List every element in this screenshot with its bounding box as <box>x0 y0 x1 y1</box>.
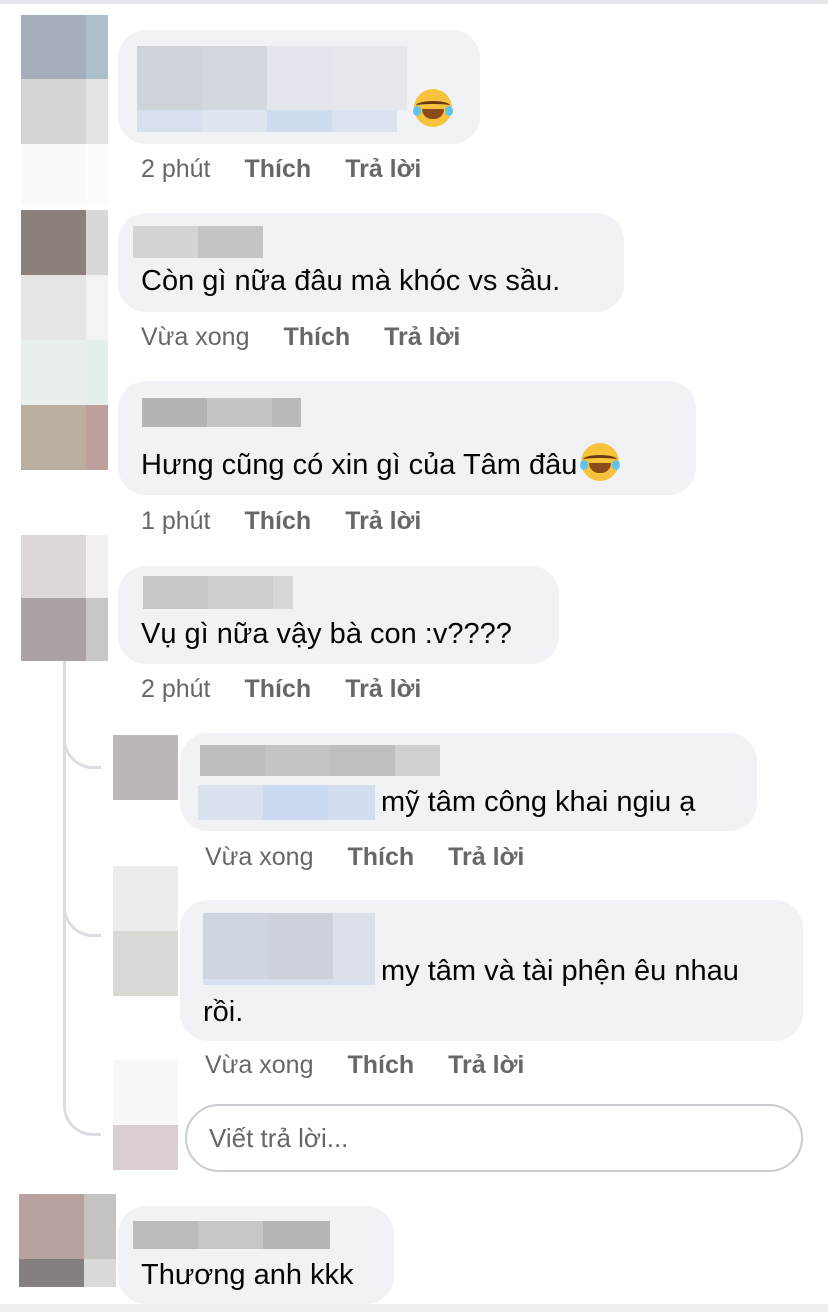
reply-actions: Vừa xong Thích Trả lời <box>205 842 558 872</box>
comment-time: 2 phút <box>141 155 211 183</box>
comment-actions: Vừa xong Thích Trả lời <box>141 322 494 352</box>
comment-text: Còn gì nữa đâu mà khóc vs sầu. <box>141 265 561 297</box>
redacted-author-name <box>137 46 407 132</box>
comment-text-content: Hưng cũng có xin gì của Tâm đâu <box>141 449 578 481</box>
reply-input-box[interactable] <box>185 1104 803 1172</box>
like-button[interactable]: Thích <box>245 506 312 536</box>
thread-connector <box>63 730 101 769</box>
avatar[interactable] <box>113 735 178 800</box>
avatar[interactable] <box>21 535 108 661</box>
avatar[interactable] <box>21 15 108 205</box>
comment-text: Thương anh kkk <box>141 1259 354 1291</box>
comment-text: Hưng cũng có xin gì của Tâm đâu <box>141 443 621 483</box>
thread-connector <box>63 890 101 937</box>
reply-button[interactable]: Trả lời <box>345 154 421 184</box>
reply-input[interactable] <box>187 1106 801 1170</box>
comment-actions: 2 phút Thích Trả lời <box>141 674 455 704</box>
avatar <box>113 1060 178 1170</box>
comment-actions: 2 phút Thích Trả lời <box>141 154 455 184</box>
bottom-divider <box>0 1304 828 1312</box>
like-button[interactable]: Thích <box>347 842 414 872</box>
like-button[interactable]: Thích <box>347 1050 414 1080</box>
like-button[interactable]: Thích <box>283 322 350 352</box>
avatar[interactable] <box>21 210 108 470</box>
reply-time: Vừa xong <box>205 843 314 871</box>
redacted-author-name <box>203 913 375 985</box>
top-divider <box>0 0 828 4</box>
redacted-author-name <box>200 745 440 776</box>
redacted-author-name <box>143 576 293 609</box>
redacted-author-name <box>133 1221 330 1249</box>
avatar[interactable] <box>113 866 178 996</box>
comment-text: Vụ gì nữa vậy bà con :v???? <box>141 618 512 650</box>
reply-text: mỹ tâm công khai ngiu ạ <box>381 786 696 818</box>
reply-button[interactable]: Trả lời <box>448 842 524 872</box>
like-button[interactable]: Thích <box>245 154 312 184</box>
comment-actions: 1 phút Thích Trả lời <box>141 506 455 536</box>
reply-text: rồi. <box>203 996 244 1028</box>
avatar[interactable] <box>19 1194 116 1287</box>
reply-actions: Vừa xong Thích Trả lời <box>205 1050 558 1080</box>
comment-time: 2 phút <box>141 675 211 703</box>
comment-time: 1 phút <box>141 507 211 535</box>
redacted-mention <box>198 785 375 820</box>
redacted-author-name <box>142 398 301 427</box>
face-with-tears-of-joy-icon <box>413 89 453 127</box>
reply-button[interactable]: Trả lời <box>345 674 421 704</box>
reply-button[interactable]: Trả lời <box>384 322 460 352</box>
thread-connector <box>63 940 101 1136</box>
reply-text: my tâm và tài phện êu nhau <box>381 955 739 987</box>
reply-time: Vừa xong <box>205 1051 314 1079</box>
reply-button[interactable]: Trả lời <box>345 506 421 536</box>
reply-button[interactable]: Trả lời <box>448 1050 524 1080</box>
like-button[interactable]: Thích <box>245 674 312 704</box>
redacted-author-name <box>133 226 263 258</box>
face-with-tears-of-joy-icon <box>580 443 621 481</box>
comment-time: Vừa xong <box>141 323 250 351</box>
